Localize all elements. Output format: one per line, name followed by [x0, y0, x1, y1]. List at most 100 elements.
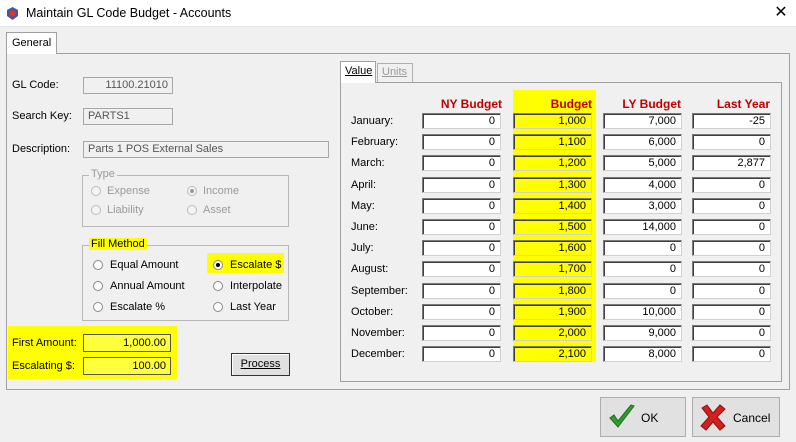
- tab-units: Units: [377, 63, 413, 83]
- budget-cell[interactable]: 1,400: [513, 198, 592, 214]
- escalate-dollar-label: Escalate $: [230, 259, 282, 271]
- last-year-cell[interactable]: 0: [692, 240, 771, 256]
- budget-cell[interactable]: 2,100: [513, 346, 592, 362]
- search-key-label: Search Key:: [12, 110, 72, 122]
- ny-budget-cell[interactable]: 0: [422, 134, 501, 150]
- month-label: March:: [351, 157, 385, 169]
- ny-budget-cell[interactable]: 0: [422, 346, 501, 362]
- ly-budget-cell[interactable]: 0: [603, 261, 682, 277]
- budget-cell[interactable]: 1,600: [513, 240, 592, 256]
- gl-code-label: GL Code:: [12, 79, 59, 91]
- gl-code-field: 11100.21010: [83, 77, 173, 94]
- budget-cell[interactable]: 1,200: [513, 155, 592, 171]
- radio-expense[interactable]: [91, 186, 101, 196]
- last-year-cell[interactable]: 0: [692, 261, 771, 277]
- radio-escalate-dollar[interactable]: [213, 260, 223, 270]
- budget-cell[interactable]: 1,300: [513, 177, 592, 193]
- month-label: February:: [351, 136, 399, 148]
- checkmark-icon: [609, 404, 635, 428]
- ly-budget-cell[interactable]: 6,000: [603, 134, 682, 150]
- radio-interpolate[interactable]: [213, 281, 223, 291]
- header-ny-budget: NY Budget: [440, 97, 502, 111]
- last-year-cell[interactable]: 0: [692, 177, 771, 193]
- ny-budget-cell[interactable]: 0: [422, 240, 501, 256]
- ny-budget-cell[interactable]: 0: [422, 304, 501, 320]
- month-label: December:: [351, 348, 405, 360]
- last-year-cell[interactable]: 0: [692, 198, 771, 214]
- budget-cell[interactable]: 1,100: [513, 134, 592, 150]
- ny-budget-cell[interactable]: 0: [422, 155, 501, 171]
- budget-cell[interactable]: 1,700: [513, 261, 592, 277]
- last-year-cell[interactable]: 0: [692, 134, 771, 150]
- last-year-cell[interactable]: 0: [692, 304, 771, 320]
- fill-method-legend: Fill Method: [89, 238, 147, 250]
- ly-budget-cell[interactable]: 8,000: [603, 346, 682, 362]
- first-amount-field[interactable]: 1,000.00: [83, 334, 171, 352]
- month-label: May:: [351, 200, 375, 212]
- description-label: Description:: [12, 143, 71, 155]
- cancel-x-icon: [700, 404, 726, 431]
- month-label: September:: [351, 285, 408, 297]
- type-legend: Type: [89, 168, 117, 180]
- tab-general[interactable]: General: [6, 32, 57, 54]
- ly-budget-cell[interactable]: 7,000: [603, 113, 682, 129]
- budget-cell[interactable]: 1,800: [513, 283, 592, 299]
- header-budget: Budget: [550, 97, 592, 111]
- tab-value-label: Value: [345, 65, 373, 77]
- search-key-field: PARTS1: [83, 108, 173, 125]
- radio-asset[interactable]: [187, 205, 197, 215]
- process-label: Process: [240, 358, 281, 370]
- escalating-field[interactable]: 100.00: [83, 357, 171, 375]
- ly-budget-cell[interactable]: 3,000: [603, 198, 682, 214]
- cancel-button[interactable]: Cancel: [692, 397, 780, 437]
- equal-amount-label: Equal Amount: [110, 259, 179, 271]
- ly-budget-cell[interactable]: 10,000: [603, 304, 682, 320]
- cancel-label: Cancel: [733, 411, 771, 425]
- ly-budget-cell[interactable]: 14,000: [603, 219, 682, 235]
- income-label: Income: [203, 185, 240, 197]
- radio-equal-amount[interactable]: [93, 260, 103, 270]
- last-year-cell[interactable]: -25: [692, 113, 771, 129]
- ny-budget-cell[interactable]: 0: [422, 113, 501, 129]
- app-icon: [7, 7, 18, 20]
- expense-label: Expense: [107, 185, 150, 197]
- last-year-cell[interactable]: 2,877: [692, 155, 771, 171]
- ny-budget-cell[interactable]: 0: [422, 325, 501, 341]
- budget-cell[interactable]: 1,500: [513, 219, 592, 235]
- ny-budget-cell[interactable]: 0: [422, 261, 501, 277]
- last-year-cell[interactable]: 0: [692, 325, 771, 341]
- ok-button[interactable]: OK: [600, 397, 686, 437]
- header-ly-budget: LY Budget: [622, 97, 681, 111]
- liability-label: Liability: [107, 204, 144, 216]
- close-icon[interactable]: ✕: [770, 2, 792, 24]
- month-label: November:: [351, 327, 405, 339]
- radio-annual-amount[interactable]: [93, 281, 103, 291]
- budget-cell[interactable]: 2,000: [513, 325, 592, 341]
- budget-cell[interactable]: 1,900: [513, 304, 592, 320]
- tab-value[interactable]: Value: [340, 61, 376, 83]
- ok-label: OK: [641, 411, 659, 425]
- radio-last-year[interactable]: [213, 302, 223, 312]
- last-year-label: Last Year: [230, 301, 276, 313]
- last-year-cell[interactable]: 0: [692, 346, 771, 362]
- ly-budget-cell[interactable]: 0: [603, 283, 682, 299]
- last-year-cell[interactable]: 0: [692, 219, 771, 235]
- month-label: April:: [351, 179, 377, 191]
- first-amount-label: First Amount:: [12, 337, 77, 349]
- ly-budget-cell[interactable]: 4,000: [603, 177, 682, 193]
- ny-budget-cell[interactable]: 0: [422, 219, 501, 235]
- ly-budget-cell[interactable]: 5,000: [603, 155, 682, 171]
- last-year-cell[interactable]: 0: [692, 283, 771, 299]
- ly-budget-cell[interactable]: 0: [603, 240, 682, 256]
- ny-budget-cell[interactable]: 0: [422, 198, 501, 214]
- description-field: Parts 1 POS External Sales: [83, 141, 329, 158]
- radio-liability[interactable]: [91, 205, 101, 215]
- budget-cell[interactable]: 1,000: [513, 113, 592, 129]
- radio-income[interactable]: [187, 186, 197, 196]
- process-button[interactable]: Process: [231, 353, 290, 376]
- ny-budget-cell[interactable]: 0: [422, 177, 501, 193]
- ly-budget-cell[interactable]: 9,000: [603, 325, 682, 341]
- radio-escalate-percent[interactable]: [93, 302, 103, 312]
- ny-budget-cell[interactable]: 0: [422, 283, 501, 299]
- window-title: Maintain GL Code Budget - Accounts: [26, 6, 232, 20]
